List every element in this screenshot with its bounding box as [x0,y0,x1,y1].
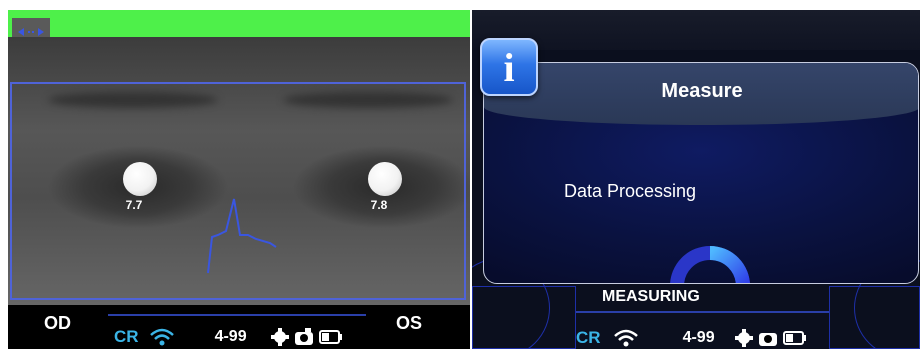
dialog-message: Data Processing [564,181,697,201]
loading-spinner [670,246,750,283]
status-code-right: 4-99 [682,329,715,346]
battery-icon [782,331,806,345]
status-row: CR 4-99 [114,327,343,347]
camera-icon [758,333,777,346]
right-pupil-reflex [123,162,157,196]
right-target-box [472,286,576,349]
os-label: OS [396,313,423,333]
cr-label: CR [114,327,139,346]
wifi-icon [149,328,174,346]
measure-dialog: Measure Data Processing [483,62,919,284]
gear-icon [270,328,289,346]
left-target-box [829,286,920,349]
top-bar [472,10,920,50]
status-divider-right [576,311,829,313]
info-icon: i [480,38,538,96]
od-label: OD [44,313,71,333]
dialog-title: Measure [661,80,743,102]
left-status-area: OD OS CR 4-99 [8,305,470,349]
camera-panel: 7.7 7.8 OD OS CR 4-99 [8,10,470,349]
pupil-trace-graph [207,198,277,274]
left-pupil-reflex [368,162,402,196]
right-eye-value: 7.7 [125,198,143,212]
camera-icon [294,328,313,345]
measuring-label: MEASURING [602,288,700,305]
battery-icon [318,330,342,344]
left-eye-value: 7.8 [370,198,388,212]
status-row-right: CR 4-99 [576,328,807,348]
status-code: 4-99 [214,328,247,345]
gear-icon [734,329,753,347]
measure-panel: Measure Data Processing i MEASURING CR 4… [472,10,920,349]
status-divider [108,314,366,316]
cr-label-right: CR [576,328,601,347]
wifi-icon [613,329,638,347]
status-green-bar [8,10,470,37]
